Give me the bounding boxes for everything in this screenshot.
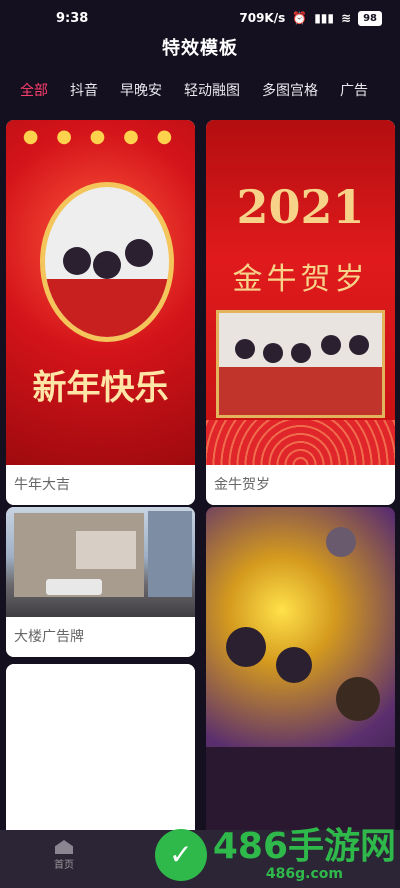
template-thumbnail: 2021 金牛贺岁 [206, 120, 395, 465]
image-greeting: 新年快乐 [32, 368, 169, 408]
site-watermark: ✓ 486手游网 486g.com [154, 826, 396, 883]
template-thumbnail [6, 507, 195, 617]
photo-frame [216, 310, 385, 418]
home-icon [55, 840, 73, 854]
nav-home-label: 首页 [54, 860, 74, 871]
tab-all[interactable]: 全部 [20, 80, 48, 100]
template-thumbnail [206, 507, 395, 852]
status-time: 9:38 [56, 10, 89, 26]
status-bar: 9:38 709K/s ⏰ ▮▮▮ ≋ 98 [0, 0, 400, 36]
template-card-club[interactable] [206, 507, 395, 852]
template-card-ox-year[interactable]: ● ● ● ● ● 新年快乐 牛年大吉 [6, 120, 195, 505]
template-title: 大楼广告牌 [6, 617, 195, 657]
watermark-logo-icon: ✓ [154, 829, 207, 881]
photo-frame [40, 182, 174, 342]
template-title: 牛年大吉 [6, 465, 195, 505]
template-grid: ● ● ● ● ● 新年快乐 牛年大吉 2021 金牛贺岁 金牛贺岁 大楼广告牌 [0, 112, 400, 864]
lantern-decoration: ● ● ● ● ● [22, 126, 179, 147]
network-speed: 709K/s [239, 11, 286, 25]
template-card-golden-ox[interactable]: 2021 金牛贺岁 金牛贺岁 [206, 120, 395, 505]
nav-home[interactable]: 首页 [44, 840, 84, 871]
template-card-billboard[interactable]: 大楼广告牌 [6, 507, 195, 657]
wifi-icon: ≋ [341, 11, 352, 25]
tab-ads[interactable]: 广告 [340, 80, 368, 100]
tab-multi-grid[interactable]: 多图宫格 [262, 80, 318, 100]
watermark-sub: 486g.com [265, 866, 343, 882]
page-title: 特效模板 [162, 38, 238, 59]
watermark-main: 486手游网 [212, 826, 396, 867]
status-right: 709K/s ⏰ ▮▮▮ ≋ 98 [239, 10, 382, 26]
watermark-text: 486手游网 486g.com [212, 826, 396, 883]
alarm-icon: ⏰ [292, 11, 308, 25]
signal-icon: ▮▮▮ [314, 11, 335, 25]
tab-douyin[interactable]: 抖音 [70, 80, 98, 100]
wave-decoration [206, 420, 395, 465]
tab-light-blend[interactable]: 轻动融图 [184, 80, 240, 100]
category-tabs: 全部 抖音 早晚安 轻动融图 多图宫格 广告 [0, 72, 400, 108]
image-year: 2021 [236, 180, 365, 234]
template-title: 金牛贺岁 [206, 465, 395, 505]
battery-icon: 98 [358, 10, 382, 26]
template-thumbnail: ● ● ● ● ● 新年快乐 [6, 120, 195, 465]
tab-greetings[interactable]: 早晚安 [120, 80, 162, 100]
image-greeting: 金牛贺岁 [232, 262, 369, 297]
